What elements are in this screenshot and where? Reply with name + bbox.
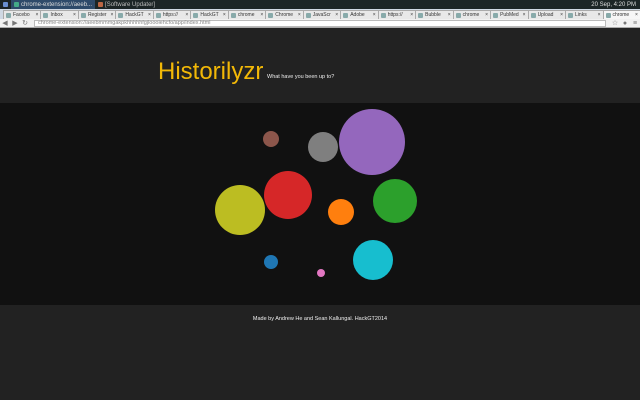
bubble[interactable] [215,185,265,235]
browser-tab[interactable]: Bubble × [415,10,454,19]
close-tab-icon[interactable]: × [73,12,76,18]
browser-tab[interactable]: Links × [565,10,604,19]
back-icon[interactable]: ◀ [0,19,10,27]
browser-tab[interactable]: Adobe × [340,10,379,19]
browser-tab[interactable]: Facebo × [3,10,42,19]
browser-tab[interactable]: Inbox × [40,10,79,19]
browser-tab[interactable]: Upload × [527,10,567,19]
favicon-icon [343,12,349,18]
favicon-icon [305,12,311,18]
menu-icon[interactable]: ≡ [630,20,640,27]
favicon-icon [455,12,461,18]
close-tab-icon[interactable]: × [185,12,188,18]
close-tab-icon[interactable]: × [523,12,526,18]
tab-strip: Facebo × Inbox × Register × HackGT × https://× Ha… [0,9,640,19]
favicon-icon [380,12,386,18]
forward-icon[interactable]: ▶ [10,19,20,27]
bubble[interactable] [353,240,393,280]
close-tab-icon[interactable]: × [260,12,263,18]
browser-tab[interactable]: Register × [77,10,117,19]
page-title: Historilyzr [158,58,264,85]
favicon-icon [6,12,11,18]
bubble-chart [0,103,640,305]
browser-tab[interactable]: https://× [377,10,417,19]
browser-tab[interactable]: JavaScr × [302,10,342,19]
page-subtitle: What have you been up to? [267,74,335,80]
browser-tab[interactable]: HackGT × [190,10,229,19]
toolbar: ◀ ▶ ↻ chrome-extension://aeebmmmgakpkhhh… [0,19,640,28]
close-tab-icon[interactable]: × [635,12,638,18]
favicon-icon [418,12,424,18]
bookmark-star-icon[interactable]: ☆ [610,19,620,27]
browser-tab[interactable]: chrome × [227,10,267,19]
favicon-icon [268,12,274,18]
close-tab-icon[interactable]: × [448,12,451,18]
favicon-icon [155,12,161,18]
bubble[interactable] [308,132,338,162]
system-window-tab[interactable]: [Software Updater] [95,0,158,9]
reload-icon[interactable]: ↻ [20,19,30,27]
favicon-icon [568,12,574,18]
bubble[interactable] [317,269,325,277]
browser-tab[interactable]: Chrome × [265,10,304,19]
close-tab-icon[interactable]: × [373,12,376,18]
browser-tab[interactable]: https://× [152,10,192,19]
browser-tab[interactable]: HackGT × [115,10,154,19]
bubble[interactable] [339,109,405,175]
close-tab-icon[interactable]: × [223,12,226,18]
close-tab-icon[interactable]: × [485,12,488,18]
favicon-icon [493,12,499,18]
bubble[interactable] [264,171,312,219]
bubble[interactable] [328,199,354,225]
bubble[interactable] [373,179,417,223]
favicon-icon [43,12,49,18]
favicon-icon [230,12,236,18]
bubble[interactable] [263,131,279,147]
browser-tab[interactable]: chrome × [452,10,492,19]
footer-credit: Made by Andrew He and Sean Kallungal. Ha… [252,316,388,322]
favicon-icon [118,12,124,18]
clock: 20 Sep, 4:20 PM [591,1,636,8]
close-tab-icon[interactable]: × [335,12,338,18]
close-tab-icon[interactable]: × [560,12,563,18]
close-tab-icon[interactable]: × [298,12,301,18]
page-header: Historilyzr What have you been up to? [0,28,640,103]
browser-tab[interactable]: PubMed × [490,10,529,19]
system-window-tab[interactable]: chrome-extension://aeeb... [11,0,96,9]
favicon-icon [605,12,611,18]
address-bar[interactable]: chrome-extension://aeebmmmgakpkhhhhhfgjl… [34,19,606,27]
favicon-icon [193,12,199,18]
favicon-icon [80,12,86,18]
close-tab-icon[interactable]: × [598,12,601,18]
close-tab-icon[interactable]: × [110,12,113,18]
favicon-icon [530,12,536,18]
bubble[interactable] [264,255,278,269]
system-menu-icon[interactable] [0,0,11,9]
close-tab-icon[interactable]: × [36,12,39,18]
browser-tab[interactable]: chrome × [602,10,640,19]
close-tab-icon[interactable]: × [410,12,413,18]
close-tab-icon[interactable]: × [148,12,151,18]
system-bar: chrome-extension://aeeb... [Software Upd… [0,0,640,9]
extension-icon[interactable]: ● [620,20,630,27]
